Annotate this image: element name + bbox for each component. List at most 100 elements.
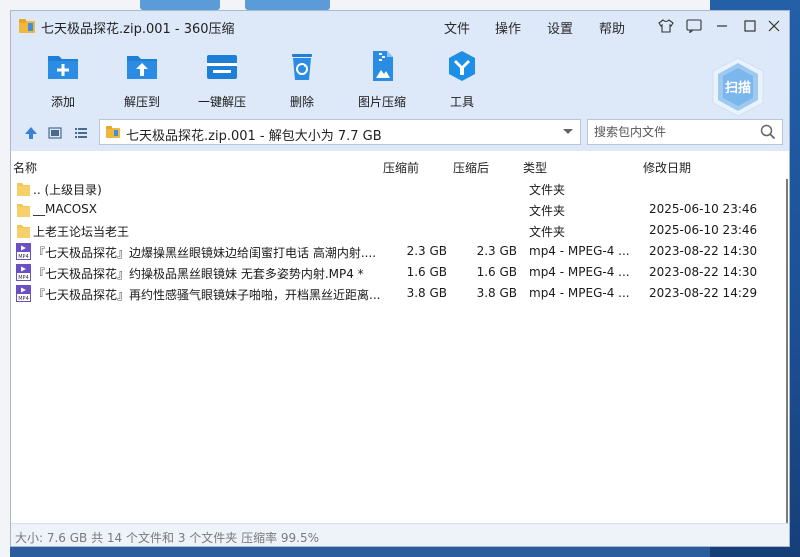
file-type: mp4 - MPEG-4 ... — [529, 265, 630, 279]
file-row[interactable]: __MACOSX 文件夹 2025-06-10 23:46 — [11, 199, 771, 220]
title-bar: 七天极品探花.zip.001 - 360压缩 文件 操作 设置 帮助 — [11, 11, 789, 41]
file-modified: 2025-06-10 23:46 — [649, 223, 758, 237]
file-row[interactable]: MP4 『七天极品探花』再约性感骚气眼镜妹子啪啪，开档黑丝近距离... 3.8 … — [11, 283, 771, 304]
scan-button[interactable]: 扫描 — [711, 56, 765, 118]
file-name: 『七天极品探花』约操极品黑丝眼镜妹 无套多姿势内射.MP4 * — [33, 267, 364, 281]
feedback-button[interactable] — [684, 16, 704, 36]
extract-to-label: 解压到 — [123, 95, 160, 109]
mp4-file-icon: MP4 — [16, 285, 31, 302]
arrow-up-icon — [25, 127, 37, 139]
file-modified: 2023-08-22 14:29 — [649, 286, 758, 300]
image-compress-label: 图片压缩 — [357, 95, 406, 109]
message-icon — [686, 19, 702, 33]
tools-label: 工具 — [449, 95, 474, 109]
file-modified: 2025-06-10 23:46 — [649, 202, 758, 216]
status-text: 大小: 7.6 GB 共 14 个文件和 3 个文件夹 压缩率 99.5% — [15, 531, 320, 545]
minimize-icon — [717, 25, 727, 27]
archive-path: 七天极品探花.zip.001 - 解包大小为 7.7 GB — [126, 129, 382, 144]
one-click-extract-button[interactable]: 一键解压 — [190, 49, 254, 110]
vertical-scrollbar[interactable] — [784, 179, 790, 523]
go-up-button[interactable] — [22, 124, 40, 142]
file-size: 3.8 GB — [476, 286, 517, 300]
recycle-bin-icon — [292, 54, 312, 80]
file-modified: 2023-08-22 14:30 — [649, 244, 758, 258]
one-click-extract-icon — [207, 55, 237, 79]
thumbnail-view-icon — [48, 127, 62, 139]
address-bar[interactable]: 七天极品探花.zip.001 - 解包大小为 7.7 GB — [99, 119, 581, 145]
maximize-button[interactable] — [740, 16, 760, 36]
file-name: .. (上级目录) — [33, 183, 102, 197]
chevron-down-icon — [563, 129, 573, 134]
file-type: 文件夹 — [529, 204, 566, 218]
file-packed-size: 1.6 GB — [406, 265, 447, 279]
archive-app-icon — [19, 19, 35, 33]
file-row[interactable]: MP4 『七天极品探花』边爆操黑丝眼镜妹边给闺蜜打电话 高潮内射.... 2.3… — [11, 241, 771, 262]
file-name: 『七天极品探花』再约性感骚气眼镜妹子啪啪，开档黑丝近距离... — [33, 288, 381, 302]
minimize-button[interactable] — [712, 16, 732, 36]
image-compress-button[interactable]: 图片压缩 — [350, 49, 414, 110]
file-type: 文件夹 — [529, 225, 566, 239]
desktop-background-left — [0, 0, 10, 557]
list-view-icon — [75, 128, 87, 138]
list-view-button[interactable] — [72, 124, 90, 142]
column-header-name[interactable]: 名称 — [13, 159, 37, 176]
menu-operate[interactable]: 操作 — [495, 18, 521, 37]
svg-text:MP4: MP4 — [18, 275, 29, 281]
folder-icon — [17, 225, 30, 238]
folder-icon — [17, 183, 30, 196]
shirt-icon — [658, 19, 674, 33]
path-dropdown-button[interactable] — [560, 124, 576, 140]
file-type: 文件夹 — [529, 183, 566, 197]
file-name: 『七天极品探花』边爆操黑丝眼镜妹边给闺蜜打电话 高潮内射.... — [33, 246, 377, 260]
column-header-packed[interactable]: 压缩前 — [383, 159, 419, 176]
delete-label: 删除 — [289, 95, 314, 109]
svg-text:MP4: MP4 — [18, 254, 29, 260]
file-type: mp4 - MPEG-4 ... — [529, 286, 630, 300]
archive-icon — [106, 126, 120, 138]
search-box — [587, 119, 783, 145]
one-click-extract-label: 一键解压 — [197, 95, 246, 109]
search-input[interactable] — [588, 120, 756, 144]
window-title: 七天极品探花.zip.001 - 360压缩 — [41, 22, 235, 37]
skin-button[interactable] — [656, 16, 676, 36]
svg-text:MP4: MP4 — [18, 296, 29, 302]
file-row[interactable]: .. (上级目录) 文件夹 — [11, 178, 771, 199]
file-type: mp4 - MPEG-4 ... — [529, 244, 630, 258]
desktop-icon-tile — [140, 0, 220, 10]
thumbnail-view-button[interactable] — [46, 124, 64, 142]
file-row[interactable]: 上老王论坛当老王 文件夹 2025-06-10 23:46 — [11, 220, 771, 241]
menu-file[interactable]: 文件 — [444, 18, 470, 37]
file-modified: 2023-08-22 14:30 — [649, 265, 758, 279]
desktop-background-top — [10, 0, 710, 10]
extract-to-button[interactable]: 解压到 — [110, 49, 174, 110]
add-button[interactable]: 添加 — [31, 49, 95, 110]
close-button[interactable] — [764, 16, 784, 36]
status-bar: 大小: 7.6 GB 共 14 个文件和 3 个文件夹 压缩率 99.5% — [11, 523, 789, 546]
file-packed-size: 3.8 GB — [406, 286, 447, 300]
column-header-type[interactable]: 类型 — [523, 159, 547, 176]
file-name: __MACOSX — [33, 202, 98, 216]
file-packed-size: 2.3 GB — [406, 244, 447, 258]
file-size: 2.3 GB — [476, 244, 517, 258]
delete-button[interactable]: 删除 — [270, 49, 334, 110]
extract-folder-icon — [127, 56, 157, 79]
add-folder-icon — [48, 56, 78, 79]
tools-icon — [449, 51, 475, 81]
folder-icon — [17, 204, 30, 217]
add-label: 添加 — [50, 95, 75, 109]
search-icon[interactable] — [760, 124, 776, 140]
column-header-size[interactable]: 压缩后 — [453, 159, 489, 176]
file-name: 上老王论坛当老王 — [33, 225, 130, 239]
file-row[interactable]: MP4 『七天极品探花』约操极品黑丝眼镜妹 无套多姿势内射.MP4 * 1.6 … — [11, 262, 771, 283]
desktop-icon-tile — [245, 0, 330, 10]
archive-window: 七天极品探花.zip.001 - 360压缩 文件 操作 设置 帮助 添加 解压… — [10, 10, 790, 547]
column-header-modified[interactable]: 修改日期 — [643, 159, 691, 176]
scan-label: 扫描 — [724, 81, 751, 96]
mp4-file-icon: MP4 — [16, 243, 31, 260]
tools-button[interactable]: 工具 — [430, 49, 494, 110]
maximize-icon — [744, 20, 756, 32]
menu-help[interactable]: 帮助 — [599, 18, 625, 37]
close-icon — [768, 20, 780, 32]
image-compress-icon — [373, 51, 393, 81]
menu-settings[interactable]: 设置 — [547, 18, 573, 37]
